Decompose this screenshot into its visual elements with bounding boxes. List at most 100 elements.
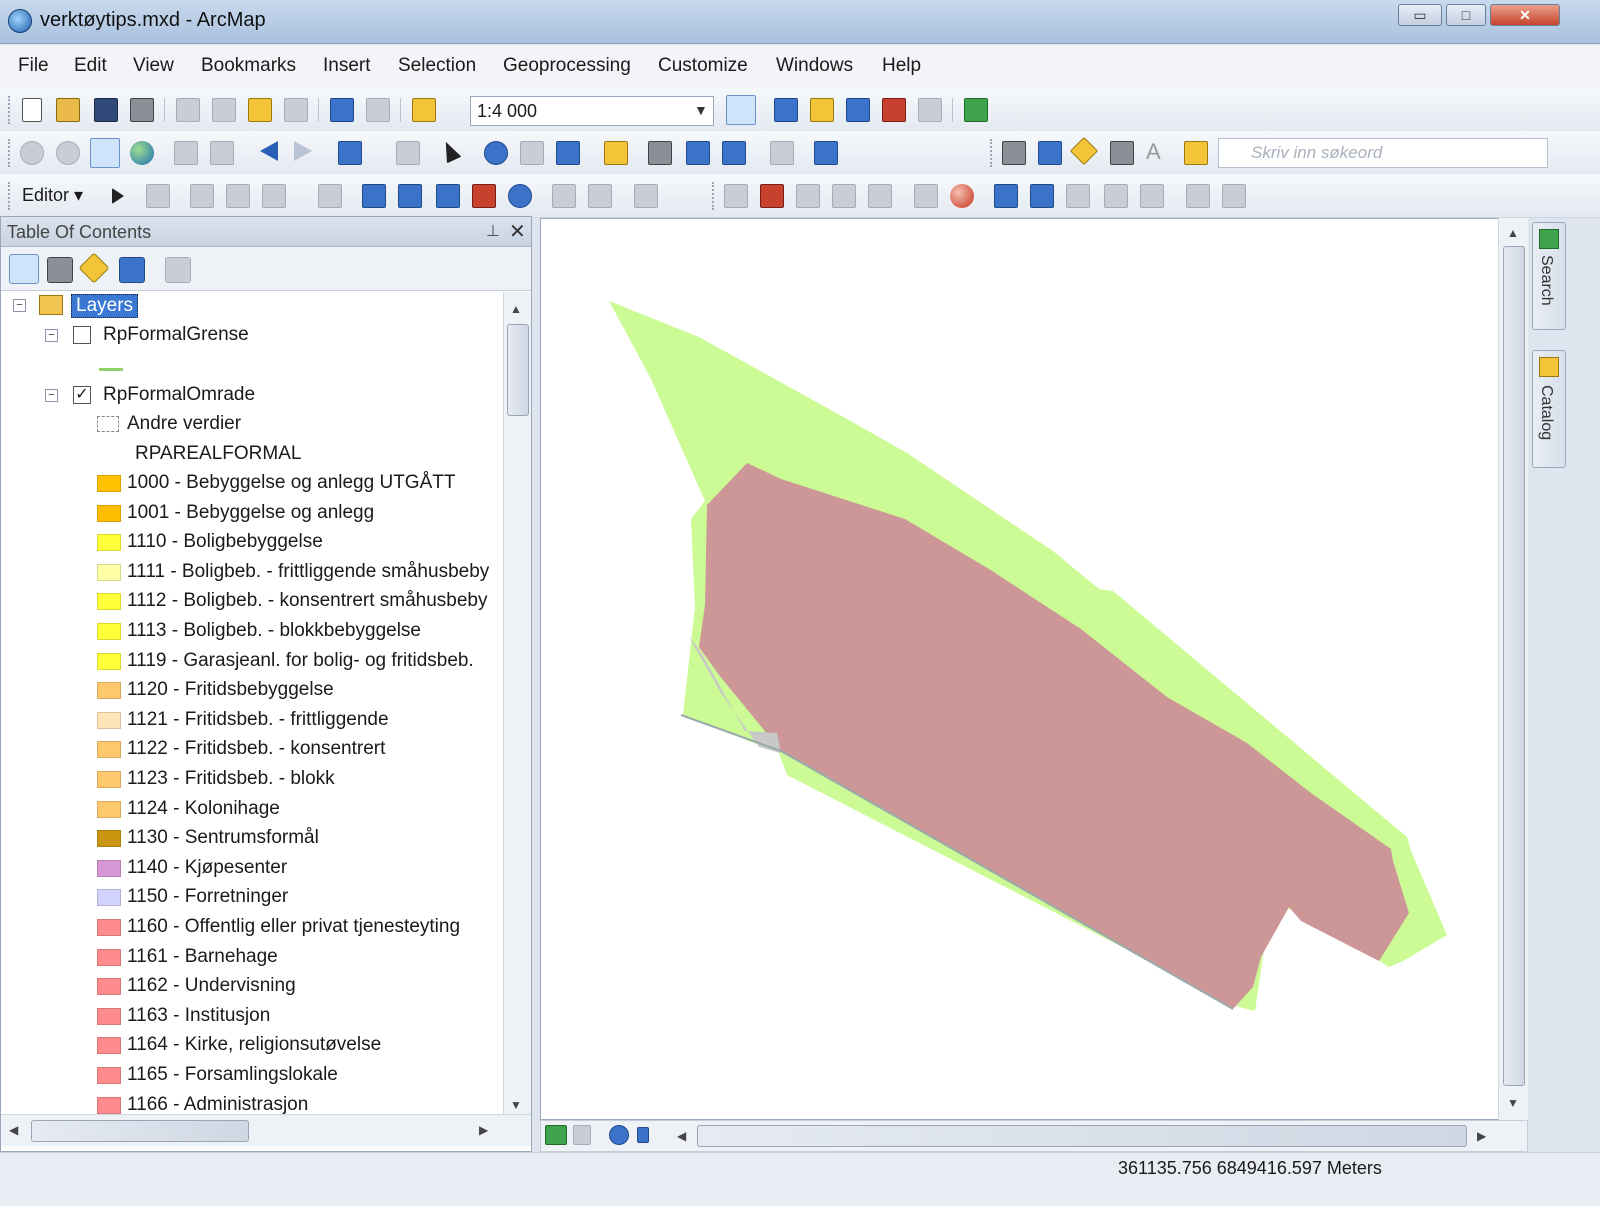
legend-class-row[interactable]: 1162 - Undervisning: [1, 975, 501, 1004]
list-by-source-icon[interactable]: [47, 257, 73, 283]
catalog-icon[interactable]: [810, 98, 834, 122]
redo-icon[interactable]: [366, 98, 390, 122]
legend-class-row[interactable]: 1161 - Barnehage: [1, 946, 501, 975]
legend-class-row[interactable]: 1112 - Boligbeb. - konsentrert småhusbeb…: [1, 590, 501, 619]
open-folder-icon[interactable]: [56, 98, 80, 122]
table-icon[interactable]: [774, 98, 798, 122]
legend-class-row[interactable]: 1163 - Institusjon: [1, 1005, 501, 1034]
topology-edit-icon[interactable]: [760, 184, 784, 208]
point-icon[interactable]: [318, 184, 342, 208]
scrollbar-thumb[interactable]: [31, 1120, 249, 1142]
search-input[interactable]: Skriv inn søkeord: [1218, 138, 1548, 168]
collapse-icon[interactable]: −: [13, 299, 26, 312]
menu-selection[interactable]: Selection: [398, 55, 476, 77]
table-grid-icon[interactable]: [1140, 184, 1164, 208]
scroll-down-arrow[interactable]: ▼: [510, 1098, 522, 1112]
map-canvas[interactable]: [541, 219, 1499, 1119]
scrollbar-thumb[interactable]: [697, 1125, 1467, 1147]
scroll-right-arrow[interactable]: ▶: [1477, 1129, 1486, 1143]
full-extent-icon[interactable]: [130, 141, 154, 165]
menu-edit[interactable]: Edit: [74, 55, 107, 77]
scroll-right-arrow[interactable]: ▶: [479, 1123, 488, 1137]
validate-icon[interactable]: [914, 184, 938, 208]
legend-class-row[interactable]: 1123 - Fritidsbeb. - blokk: [1, 768, 501, 797]
layer-name[interactable]: RpFormalGrense: [103, 324, 249, 346]
legend-class-row[interactable]: 1140 - Kjøpesenter: [1, 857, 501, 886]
html-popup-icon[interactable]: [556, 141, 580, 165]
layer-name[interactable]: RpFormalOmrade: [103, 384, 255, 406]
collapse-icon[interactable]: −: [45, 389, 58, 402]
menu-customize[interactable]: Customize: [658, 55, 748, 77]
layers-root-row[interactable]: − Layers: [1, 294, 501, 323]
layer-visibility-checkbox[interactable]: ✓: [73, 386, 91, 404]
save-icon[interactable]: [94, 98, 118, 122]
back-extent-icon[interactable]: [260, 141, 278, 161]
identify-icon[interactable]: [484, 141, 508, 165]
geocode-icon[interactable]: [1038, 141, 1062, 165]
scrollbar-thumb[interactable]: [1503, 246, 1525, 1086]
layout-view-icon[interactable]: [573, 1125, 591, 1145]
scrollbar-thumb[interactable]: [507, 324, 529, 416]
legend-class-row[interactable]: 1160 - Offentlig eller privat tjenesteyt…: [1, 916, 501, 945]
add-data-icon[interactable]: [412, 98, 436, 122]
document-icon[interactable]: [1184, 141, 1208, 165]
legend-class-row[interactable]: 1166 - Administrasjon: [1, 1094, 501, 1114]
menu-view[interactable]: View: [133, 55, 174, 77]
go-to-xy-icon[interactable]: [722, 141, 746, 165]
hammer-icon[interactable]: [1002, 141, 1026, 165]
layer-visibility-checkbox[interactable]: [73, 326, 91, 344]
label-text-icon[interactable]: A: [1146, 139, 1170, 164]
maximize-button[interactable]: □: [1446, 4, 1486, 26]
search-window-icon[interactable]: [846, 98, 870, 122]
binoculars-icon[interactable]: [1110, 141, 1134, 165]
endpoint-arc-icon[interactable]: [226, 184, 250, 208]
editor-toolbar-icon[interactable]: [726, 95, 756, 125]
data-view-icon[interactable]: [545, 1125, 567, 1145]
copy-icon[interactable]: [212, 98, 236, 122]
refresh-icon[interactable]: [609, 1125, 629, 1145]
collapse-icon[interactable]: −: [45, 329, 58, 342]
scroll-left-arrow[interactable]: ◀: [9, 1123, 18, 1137]
split-tool-icon[interactable]: [472, 184, 496, 208]
error-inspector-icon[interactable]: [950, 184, 974, 208]
straight-segment-icon[interactable]: [190, 184, 214, 208]
layer-row-rpformalomrade[interactable]: − ✓ RpFormalOmrade: [1, 384, 501, 413]
arctoolbox-icon[interactable]: [882, 98, 906, 122]
toolbar-grip[interactable]: [8, 139, 12, 167]
legend-class-row[interactable]: 1164 - Kirke, religionsutøvelse: [1, 1034, 501, 1063]
menu-windows[interactable]: Windows: [776, 55, 853, 77]
modify-edge-icon[interactable]: [868, 184, 892, 208]
find-route-icon[interactable]: [686, 141, 710, 165]
rotate-tool-icon[interactable]: [508, 184, 532, 208]
legend-class-row[interactable]: 1113 - Boligbeb. - blokkbebyggelse: [1, 620, 501, 649]
menu-bookmarks[interactable]: Bookmarks: [201, 55, 296, 77]
menu-geoprocessing[interactable]: Geoprocessing: [503, 55, 631, 77]
zoom-in-icon[interactable]: [20, 141, 44, 165]
toc-close-icon[interactable]: ✕: [509, 219, 526, 244]
pause-drawing-icon[interactable]: [637, 1127, 649, 1143]
create-features-icon[interactable]: [634, 184, 658, 208]
layer-diamond-icon[interactable]: [1069, 136, 1099, 166]
legend-class-row[interactable]: 1122 - Fritidsbeb. - konsentrert: [1, 738, 501, 767]
search-dock-tab[interactable]: Search: [1532, 222, 1566, 330]
toolbar-grip[interactable]: [990, 139, 994, 167]
list-by-selection-icon[interactable]: [119, 257, 145, 283]
cut-polygons-icon[interactable]: [436, 184, 460, 208]
cog-settings-icon[interactable]: [1222, 184, 1246, 208]
print-icon[interactable]: [130, 98, 154, 122]
fillet-icon[interactable]: [1066, 184, 1090, 208]
edit-tool-icon[interactable]: [112, 188, 124, 204]
trace-icon[interactable]: [262, 184, 286, 208]
pan-hand-icon[interactable]: [90, 138, 120, 168]
generalize-icon[interactable]: [1030, 184, 1054, 208]
time-slider-icon[interactable]: [770, 141, 794, 165]
legend-class-row[interactable]: 1121 - Fritidsbeb. - frittliggende: [1, 709, 501, 738]
undo-icon[interactable]: [330, 98, 354, 122]
zoom-out-icon[interactable]: [56, 141, 80, 165]
menu-file[interactable]: File: [18, 55, 49, 77]
legend-class-row[interactable]: 1110 - Boligbebyggelse: [1, 531, 501, 560]
options-icon[interactable]: [165, 257, 191, 283]
map-scale-input[interactable]: 1:4 000: [470, 96, 714, 126]
scroll-up-arrow[interactable]: ▲: [510, 302, 522, 316]
menu-help[interactable]: Help: [882, 55, 921, 77]
